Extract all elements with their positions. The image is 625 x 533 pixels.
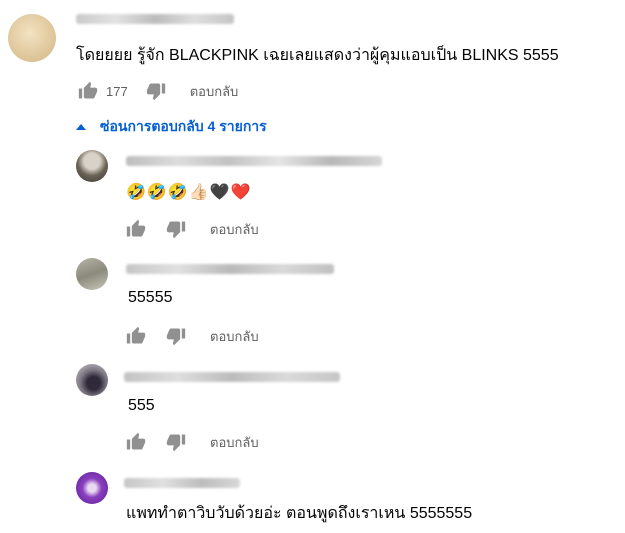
reply-author-blurred[interactable] (126, 264, 334, 274)
reply-avatar[interactable] (76, 150, 108, 182)
thumbs-up-icon[interactable] (124, 217, 148, 241)
like-count: 177 (106, 83, 128, 99)
commenter-name-blurred[interactable] (76, 14, 234, 24)
commenter-avatar[interactable] (8, 14, 56, 62)
comment-text: โดยยยย รู้จัก BLACKPINK เฉยเลยแสดงว่าผู้… (76, 47, 559, 64)
reply-text: 🤣🤣🤣👍🏻🖤❤️ (126, 182, 252, 201)
thumbs-down-icon[interactable] (164, 430, 188, 454)
reply-avatar[interactable] (76, 258, 108, 290)
thumbs-up-icon[interactable] (124, 324, 148, 348)
reply-actions: ตอบกลับ (124, 324, 259, 348)
reply-avatar[interactable] (76, 364, 108, 396)
thumbs-down-icon[interactable] (144, 79, 168, 103)
reply-avatar[interactable] (76, 472, 108, 504)
hide-replies-toggle[interactable]: ซ่อนการตอบกลับ 4 รายการ (76, 116, 267, 138)
reply-button[interactable]: ตอบกลับ (210, 432, 259, 453)
thumbs-up-icon[interactable] (124, 430, 148, 454)
reply-author-blurred[interactable] (124, 478, 240, 488)
reply-actions: ตอบกลับ (124, 217, 259, 241)
thumbs-down-icon[interactable] (164, 324, 188, 348)
reply-author-blurred[interactable] (126, 156, 382, 166)
reply-button[interactable]: ตอบกลับ (210, 326, 259, 347)
reply-button[interactable]: ตอบกลับ (190, 81, 239, 102)
thumbs-up-icon[interactable] (76, 79, 100, 103)
hide-replies-label: ซ่อนการตอบกลับ 4 รายการ (100, 118, 267, 134)
reply-text: 555 (128, 397, 155, 414)
caret-up-icon (76, 124, 86, 130)
reply-text: แพททำตาวิบวับด้วยอ่ะ ตอนพูดถึงเราเหน 555… (126, 505, 473, 522)
reply-author-blurred[interactable] (124, 372, 340, 382)
thumbs-down-icon[interactable] (164, 217, 188, 241)
reply-button[interactable]: ตอบกลับ (210, 219, 259, 240)
reply-text: 55555 (128, 289, 173, 306)
comment-actions: 177 ตอบกลับ (76, 79, 238, 103)
reply-actions: ตอบกลับ (124, 430, 259, 454)
